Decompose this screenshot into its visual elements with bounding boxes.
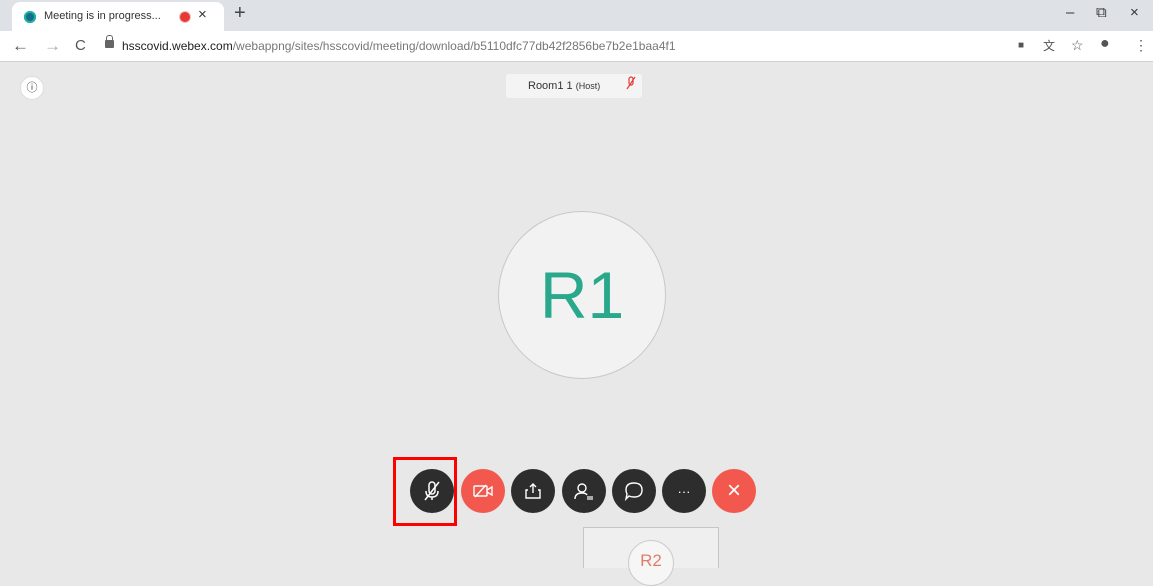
share-button[interactable] [511, 469, 555, 513]
participants-icon [574, 483, 593, 500]
host-name: Room1 1 (Host) [528, 74, 600, 98]
mute-highlight-box [393, 457, 457, 526]
translate-icon[interactable]: 文 [1043, 37, 1055, 54]
host-name-text: Room1 1 [528, 80, 573, 92]
video-button[interactable] [461, 469, 505, 513]
menu-kebab-icon[interactable]: ⋮ [1134, 37, 1148, 54]
url-host: hsscovid.webex.com [122, 39, 233, 53]
webex-favicon-icon [24, 11, 36, 23]
browser-tab[interactable]: Meeting is in progress... × [12, 2, 224, 31]
window-restore-button[interactable]: ⧉ [1096, 4, 1107, 21]
avatar-initials: R1 [539, 258, 625, 332]
participants-button[interactable] [562, 469, 606, 513]
share-icon [525, 483, 541, 499]
active-speaker-label: Room1 1 (Host) [506, 74, 642, 98]
participant-avatar: R1 [498, 211, 666, 379]
address-toolbar: ← → C hsscovid.webex.com/webappng/sites/… [0, 31, 1153, 62]
tab-close-button[interactable]: × [198, 6, 207, 23]
recording-indicator-icon [179, 11, 191, 23]
window-minimize-button[interactable]: – [1066, 4, 1074, 21]
host-muted-icon [626, 74, 636, 98]
bookmark-star-icon[interactable]: ☆ [1071, 37, 1084, 54]
reload-button[interactable]: C [75, 37, 86, 54]
self-view-panel: R2 [583, 527, 719, 586]
url-path: /webappng/sites/hsscovid/meeting/downloa… [232, 39, 676, 53]
more-button[interactable]: ··· [662, 469, 706, 513]
end-call-button[interactable]: × [712, 469, 756, 513]
camera-icon[interactable]: ■ [1018, 40, 1024, 51]
tab-bar: Meeting is in progress... × + – ⧉ × [0, 0, 1153, 31]
chat-button[interactable] [612, 469, 656, 513]
address-bar[interactable]: hsscovid.webex.com/webappng/sites/hsscov… [122, 39, 676, 53]
host-role: (Host) [575, 81, 601, 91]
tab-title: Meeting is in progress... [44, 10, 161, 22]
meeting-info-button[interactable]: ⓘ [20, 76, 44, 100]
new-tab-button[interactable]: + [234, 2, 246, 25]
lock-icon [105, 35, 114, 48]
video-off-icon [473, 484, 493, 498]
forward-button[interactable]: → [44, 36, 61, 56]
window-close-button[interactable]: × [1130, 4, 1139, 21]
self-avatar: R2 [628, 540, 674, 586]
back-button[interactable]: ← [12, 36, 29, 56]
chat-icon [624, 482, 643, 501]
profile-icon[interactable]: ● [1100, 35, 1110, 53]
